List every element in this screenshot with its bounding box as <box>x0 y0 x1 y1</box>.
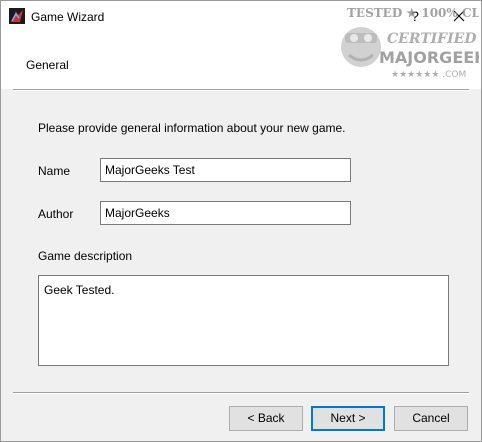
back-button[interactable]: < Back <box>229 406 303 431</box>
next-button[interactable]: Next > <box>311 406 385 431</box>
author-field[interactable] <box>100 201 351 225</box>
name-field[interactable] <box>100 158 351 182</box>
header-separator <box>13 89 469 91</box>
watermark-line3: MAJORGEEKS <box>379 48 479 67</box>
game-wizard-icon <box>9 8 25 24</box>
majorgeeks-watermark: TESTED ★ 100% CLEAN CERTIFIED MAJORGEEKS… <box>337 3 482 83</box>
watermark-line1: TESTED ★ 100% CLEAN <box>347 6 479 20</box>
watermark-line4: ★★★★★★ .COM <box>391 70 466 80</box>
watermark-line2: CERTIFIED <box>387 31 477 47</box>
description-label: Game description <box>38 249 133 263</box>
name-label: Name <box>38 164 71 178</box>
cancel-button[interactable]: Cancel <box>394 406 468 431</box>
footer-separator <box>13 392 469 394</box>
author-label: Author <box>38 207 74 221</box>
game-wizard-window: Game Wizard ? General TESTED ★ 100% CLEA… <box>0 0 482 442</box>
page-title: General <box>26 58 69 72</box>
window-title: Game Wizard <box>31 10 105 24</box>
description-textarea[interactable]: Geek Tested. <box>38 275 449 366</box>
intro-text: Please provide general information about… <box>38 121 346 135</box>
